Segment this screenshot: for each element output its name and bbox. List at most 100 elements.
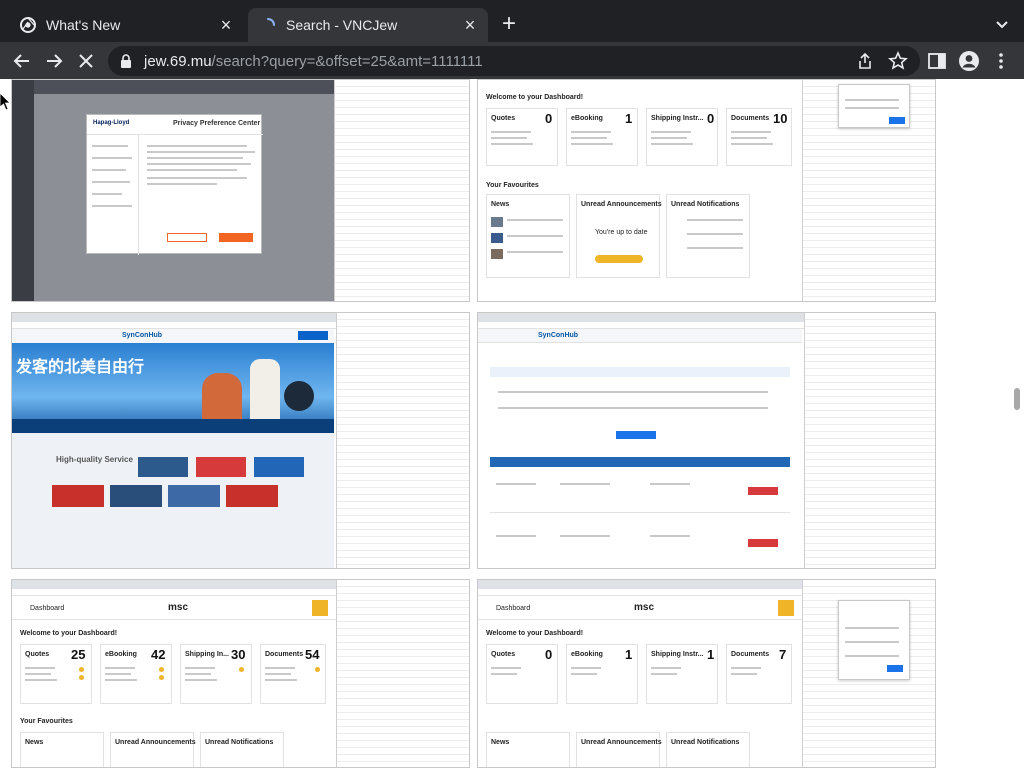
profile-icon[interactable] xyxy=(956,48,982,74)
documents-card: Documents 54 xyxy=(260,644,326,704)
thumbnail-site-header: SynConHub xyxy=(478,329,802,343)
result-row xyxy=(490,473,790,513)
dashboard-welcome: Welcome to your Dashboard! xyxy=(486,630,584,637)
card-label: Quotes xyxy=(25,651,50,658)
card-label: eBooking xyxy=(105,651,137,658)
result-thumbnail-5[interactable]: Dashboard msc Welcome to your Dashboard!… xyxy=(11,579,470,768)
notifications-panel: Unread Notifications xyxy=(200,732,284,767)
tab-search-vncjew[interactable]: Search - VNCJew × xyxy=(248,8,488,42)
panel-title: Unread Notifications xyxy=(205,739,274,746)
search-button xyxy=(616,431,656,439)
star-icon[interactable] xyxy=(888,51,908,71)
share-icon[interactable] xyxy=(856,52,874,70)
card-value: 0 xyxy=(545,111,553,126)
close-tab-icon[interactable]: × xyxy=(460,15,480,35)
privacy-categories xyxy=(87,135,139,255)
quotes-card: Quotes 0 xyxy=(486,644,558,704)
result-row xyxy=(490,525,790,565)
close-tab-icon[interactable]: × xyxy=(216,15,236,35)
lock-icon[interactable] xyxy=(120,53,134,69)
card-value: 1 xyxy=(625,647,633,662)
password-popup xyxy=(838,84,910,128)
thumbnail-site-header: Dashboard msc xyxy=(12,596,336,620)
tab-strip: What's New × Search - VNCJew × + xyxy=(0,0,1024,42)
banner-mascot xyxy=(284,381,314,411)
thumbnail-devtools xyxy=(336,580,469,767)
hapag-logo: Hapag-Lloyd xyxy=(93,120,130,126)
results-table-header xyxy=(490,457,790,467)
card-value: 10 xyxy=(773,111,788,126)
card-value: 25 xyxy=(71,647,86,662)
tab-whats-new[interactable]: What's New × xyxy=(8,8,244,42)
page-scrollbar[interactable] xyxy=(1012,79,1024,768)
card-value: 0 xyxy=(707,111,715,126)
panel-title: Unread Notifications xyxy=(671,739,740,746)
address-bar[interactable]: jew.69.mu/search?query=&offset=25&amt=11… xyxy=(108,46,920,76)
announcements-panel: Unread Announcements xyxy=(110,732,196,767)
tab-title: Search - VNCJew xyxy=(286,17,398,33)
banner-headline: 发客的北美自由行 xyxy=(16,357,145,376)
scrollbar-thumb[interactable] xyxy=(1014,388,1020,410)
news-panel: News xyxy=(486,732,570,767)
news-panel: News xyxy=(486,194,570,278)
stop-loading-icon[interactable] xyxy=(73,48,99,74)
dashboard-welcome: Welcome to your Dashboard! xyxy=(20,630,118,637)
synconhub-logo: SynConHub xyxy=(538,332,579,339)
side-panel-icon[interactable] xyxy=(924,48,950,74)
quotes-card: Quotes 0 xyxy=(486,108,558,166)
back-arrow-icon[interactable] xyxy=(9,48,35,74)
thumbnail-topbar xyxy=(34,80,334,94)
result-thumbnail-1[interactable]: Hapag-Lloyd Privacy Preference Center xyxy=(11,79,470,302)
card-label: Shipping Instr... xyxy=(651,651,704,658)
tab-title: What's New xyxy=(46,17,121,33)
card-label: eBooking xyxy=(571,115,603,122)
kebab-menu-icon[interactable] xyxy=(988,48,1014,74)
tab-search-chevron-icon[interactable] xyxy=(990,13,1014,37)
forward-arrow-icon[interactable] xyxy=(41,48,67,74)
ebooking-card: eBooking 1 xyxy=(566,644,638,704)
card-value: 0 xyxy=(545,647,553,662)
ebooking-card: eBooking 1 xyxy=(566,108,638,166)
new-tab-button[interactable]: + xyxy=(497,12,521,37)
result-thumbnail-4[interactable]: SynConHub xyxy=(477,312,936,569)
dashboard-header: Dashboard xyxy=(496,605,531,612)
panel-title: Unread Announcements xyxy=(115,739,196,746)
thumbnail-devtools xyxy=(336,313,469,568)
shipping-card: Shipping Instr... 0 xyxy=(646,108,718,166)
quotes-card: Quotes 25 xyxy=(20,644,92,704)
privacy-dialog-header: Hapag-Lloyd Privacy Preference Center xyxy=(87,115,263,135)
panel-title: Unread Announcements xyxy=(581,201,662,208)
result-thumbnail-2[interactable]: Welcome to your Dashboard! Quotes 0 eBoo… xyxy=(477,79,936,302)
browser-toolbar: jew.69.mu/search?query=&offset=25&amt=11… xyxy=(0,42,1024,79)
privacy-title: Privacy Preference Center xyxy=(173,120,261,127)
synconhub-logo: SynConHub xyxy=(122,332,163,339)
card-label: Quotes xyxy=(491,651,516,658)
shipping-card: Shipping In... 30 xyxy=(180,644,252,704)
thumbnail-sidebar xyxy=(12,80,34,301)
announcements-panel: Unread Announcements You're up to date xyxy=(576,194,662,278)
card-value: 54 xyxy=(305,647,320,662)
thumbnail-devtools xyxy=(804,313,935,568)
panel-title: Unread Announcements xyxy=(581,739,662,746)
card-value: 1 xyxy=(707,647,715,662)
card-value: 7 xyxy=(779,647,787,662)
service-heading: High-quality Service xyxy=(56,455,133,464)
password-popup xyxy=(838,600,910,680)
card-label: Shipping Instr... xyxy=(651,115,704,122)
result-thumbnail-6[interactable]: Dashboard msc Welcome to your Dashboard!… xyxy=(477,579,936,768)
accept-all-button xyxy=(219,233,253,242)
card-label: eBooking xyxy=(571,651,603,658)
card-label: Shipping In... xyxy=(185,651,229,658)
card-label: Documents xyxy=(731,651,770,658)
url-host: jew.69.mu xyxy=(144,52,212,70)
reject-all-button xyxy=(167,233,207,242)
panel-title: Unread Notifications xyxy=(671,201,740,208)
chrome-icon xyxy=(20,17,36,33)
card-label: Documents xyxy=(265,651,304,658)
panel-title: News xyxy=(491,201,510,208)
result-thumbnail-3[interactable]: SynConHub 发客的北美自由行 High-quality Service xyxy=(11,312,470,569)
msc-logo: msc xyxy=(634,602,655,613)
thumbnail-site-header: Dashboard msc xyxy=(478,596,802,620)
thumbnail-site-header: SynConHub xyxy=(12,329,334,343)
dashboard-header: Dashboard xyxy=(30,605,65,612)
